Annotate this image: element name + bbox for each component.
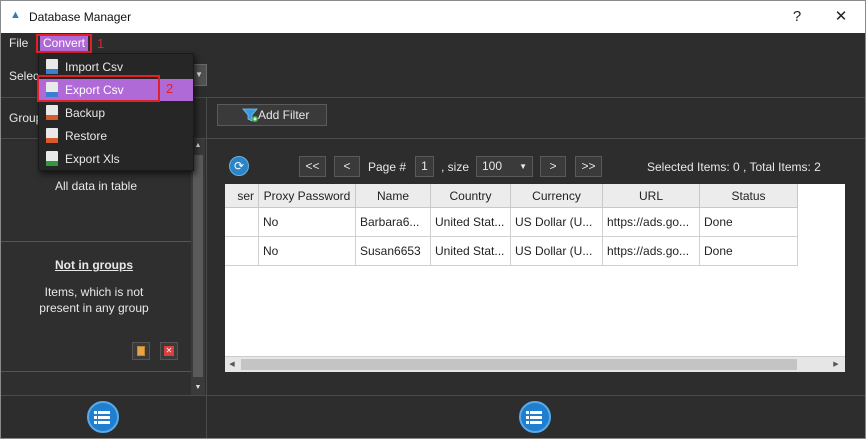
column-header-currency[interactable]: Currency (511, 184, 603, 208)
help-button[interactable]: ? (783, 6, 811, 28)
page-size-value: 100 (482, 159, 503, 173)
column-header-url[interactable]: URL (603, 184, 700, 208)
group-all-data[interactable]: All data in table (1, 179, 191, 193)
column-header-name[interactable]: Name (356, 184, 431, 208)
convert-dropdown-menu: Import Csv Export Csv Backup Restore Exp… (38, 53, 194, 171)
refresh-icon: ⟳ (233, 159, 245, 173)
column-header-status[interactable]: Status (700, 184, 798, 208)
groups-bottom-separator (1, 371, 191, 372)
next-page-button[interactable]: > (540, 156, 566, 177)
delete-icon: ✕ (164, 346, 174, 356)
pane-splitter[interactable] (206, 97, 207, 438)
menu-bar: File Convert (1, 33, 865, 53)
data-grid: ser Proxy Password Name Country Currency… (225, 184, 845, 356)
not-in-groups-desc: Items, which is not present in any group (1, 284, 187, 316)
filter-icon (242, 108, 258, 122)
page-size-select[interactable]: 100 ▼ (476, 156, 533, 177)
csv-file-icon (46, 59, 58, 74)
menu-item-label: Export Xls (65, 152, 120, 166)
add-filter-button[interactable]: Add Filter (217, 104, 327, 126)
groups-menu-button[interactable] (87, 401, 119, 433)
not-in-groups-desc-line1: Items, which is not (44, 285, 144, 299)
close-button[interactable]: ✕ (827, 6, 855, 28)
menu-file[interactable]: File (6, 35, 31, 51)
not-in-groups-title[interactable]: Not in groups (1, 258, 187, 272)
chevron-down-icon: ▼ (519, 162, 527, 171)
cell-status: Done (700, 208, 798, 237)
window-title: Database Manager (29, 10, 132, 24)
cell-proxy-password: No (259, 237, 356, 266)
cell-url: https://ads.go... (603, 237, 700, 266)
size-label: , size (441, 160, 470, 174)
scroll-right-icon[interactable]: ▶ (829, 357, 843, 372)
cell-country: United Stat... (431, 237, 511, 266)
scroll-down-icon[interactable]: ▼ (191, 381, 205, 395)
page-label: Page # (368, 160, 407, 174)
column-header-country[interactable]: Country (431, 184, 511, 208)
delete-group-button[interactable]: ✕ (160, 342, 178, 360)
cell-user (225, 208, 259, 237)
cell-currency: US Dollar (U... (511, 237, 603, 266)
cell-name: Barbara6... (356, 208, 431, 237)
last-page-button[interactable]: >> (575, 156, 602, 177)
menu-item-label: Restore (65, 129, 108, 143)
step1-number: 1 (97, 36, 105, 51)
column-header-proxy-password[interactable]: Proxy Password (259, 184, 356, 208)
cell-proxy-password: No (259, 208, 356, 237)
column-header-user[interactable]: ser (225, 184, 259, 208)
cell-name: Susan6653 (356, 237, 431, 266)
cell-currency: US Dollar (U... (511, 208, 603, 237)
footer-divider (1, 395, 865, 396)
scroll-thumb[interactable] (193, 155, 203, 377)
groups-separator (1, 241, 191, 242)
prev-page-button[interactable]: < (334, 156, 360, 177)
first-page-button[interactable]: << (299, 156, 326, 177)
app-logo-icon: ▲ (10, 9, 21, 21)
step2-number: 2 (166, 81, 174, 96)
main-toolbar-divider (207, 138, 865, 139)
menu-item-label: Backup (65, 106, 106, 120)
menu-item-export-xls[interactable]: Export Xls (39, 148, 193, 170)
menu-item-label: Import Csv (65, 60, 124, 74)
title-bar: ▲ Database Manager ? ✕ (1, 1, 865, 33)
groups-scrollbar[interactable]: ▲ ▼ (191, 139, 205, 395)
not-in-groups-desc-line2: present in any group (39, 301, 149, 315)
scroll-left-icon[interactable]: ◀ (225, 357, 239, 372)
cell-user (225, 237, 259, 266)
menu-item-restore[interactable]: Restore (39, 125, 193, 147)
restore-file-icon (46, 128, 58, 143)
edit-group-button[interactable] (132, 342, 150, 360)
cell-url: https://ads.go... (603, 208, 700, 237)
grid-scroll-thumb[interactable] (241, 359, 797, 370)
edit-icon (137, 346, 145, 356)
xls-file-icon (46, 151, 58, 166)
cell-status: Done (700, 237, 798, 266)
select-label: Selec (9, 69, 40, 83)
grid-horizontal-scrollbar[interactable]: ◀ ▶ (225, 356, 845, 372)
step1-highlight (36, 34, 92, 53)
step2-highlight (37, 75, 160, 102)
add-filter-label: Add Filter (258, 108, 310, 122)
table-menu-button[interactable] (519, 401, 551, 433)
database-manager-window: ▲ Database Manager ? ✕ File Convert 1 Se… (0, 0, 866, 439)
menu-item-backup[interactable]: Backup (39, 102, 193, 124)
refresh-button[interactable]: ⟳ (229, 156, 249, 176)
backup-file-icon (46, 105, 58, 120)
cell-country: United Stat... (431, 208, 511, 237)
items-summary: Selected Items: 0 , Total Items: 2 (647, 160, 821, 174)
page-number-input[interactable]: 1 (415, 156, 434, 177)
